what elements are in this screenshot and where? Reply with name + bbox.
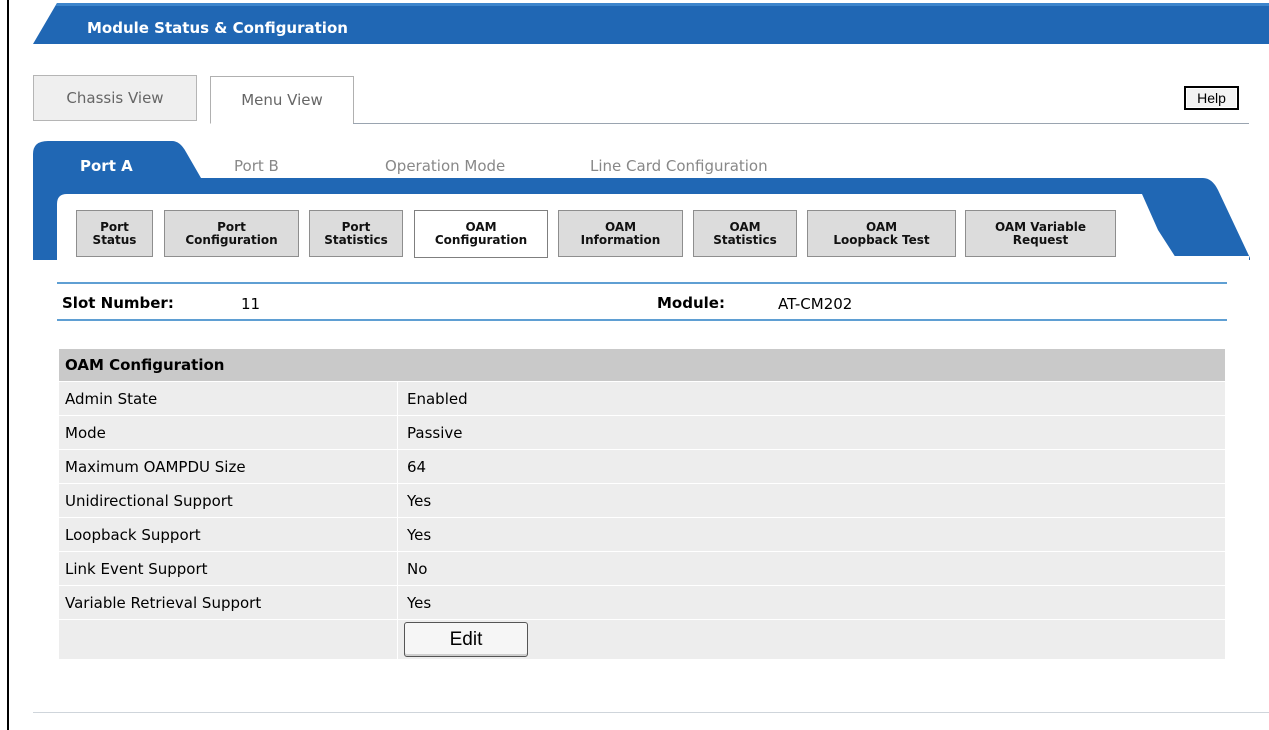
edit-row-cell: Edit <box>398 620 1225 659</box>
bottom-divider <box>33 712 1269 713</box>
subtab-oam-information-line2: Information <box>580 232 661 247</box>
oam-configuration-table: OAM Configuration Admin State Enabled Mo… <box>59 349 1225 659</box>
subtab-oam-variable-request[interactable]: OAM Variable Request <box>965 210 1116 257</box>
subtab-port-status[interactable]: Port Status <box>76 210 153 257</box>
subtab-port-status-line1: Port <box>100 219 129 234</box>
info-top-divider <box>57 282 1227 284</box>
subtab-oam-loopback-test[interactable]: OAM Loopback Test <box>807 210 956 257</box>
table-row: Admin State Enabled <box>59 381 1225 415</box>
subtab-oam-variable-request-line2: Request <box>1012 232 1069 247</box>
tab-port-a[interactable]: Port A <box>80 157 133 175</box>
table-row: Link Event Support No <box>59 551 1225 585</box>
subtab-port-configuration-line2: Configuration <box>185 232 278 247</box>
table-row: Variable Retrieval Support Yes <box>59 585 1225 619</box>
row-value: Yes <box>398 586 1225 619</box>
slot-number-label: Slot Number: <box>62 294 174 312</box>
row-value: Yes <box>398 484 1225 517</box>
subtab-oam-statistics-line2: Statistics <box>713 232 777 247</box>
subtab-port-status-line2: Status <box>92 232 137 247</box>
table-row: Maximum OAMPDU Size 64 <box>59 449 1225 483</box>
subtab-oam-loopback-test-line2: Loopback Test <box>833 232 930 247</box>
subtab-port-statistics[interactable]: Port Statistics <box>309 210 403 257</box>
info-bottom-divider <box>57 319 1227 321</box>
subtab-oam-statistics-line1: OAM <box>729 219 761 234</box>
row-label: Loopback Support <box>59 518 398 551</box>
subtab-oam-loopback-test-line1: OAM <box>865 219 898 234</box>
table-row: Mode Passive <box>59 415 1225 449</box>
table-row: Loopback Support Yes <box>59 517 1225 551</box>
edit-button[interactable]: Edit <box>404 622 528 657</box>
tab-port-b[interactable]: Port B <box>234 157 279 175</box>
subtab-oam-information-line1: OAM <box>604 219 637 234</box>
tab-operation-mode[interactable]: Operation Mode <box>385 157 505 175</box>
slot-number-value: 11 <box>241 295 261 313</box>
module-value: AT-CM202 <box>778 295 853 313</box>
row-label: Admin State <box>59 382 398 415</box>
subtab-oam-statistics[interactable]: OAM Statistics <box>693 210 797 257</box>
subtab-port-configuration[interactable]: Port Configuration <box>164 210 299 257</box>
row-value: No <box>398 552 1225 585</box>
row-label: Link Event Support <box>59 552 398 585</box>
tab-line-card-configuration[interactable]: Line Card Configuration <box>590 157 768 175</box>
row-value: Yes <box>398 518 1225 551</box>
subtab-port-statistics-line2: Statistics <box>324 232 388 247</box>
row-label: Maximum OAMPDU Size <box>59 450 398 483</box>
subtab-oam-configuration-line2: Configuration <box>434 233 528 247</box>
oam-configuration-heading: OAM Configuration <box>59 349 1225 381</box>
subtab-oam-variable-request-line1: OAM Variable <box>995 219 1086 234</box>
module-label: Module: <box>657 294 725 312</box>
row-label: Variable Retrieval Support <box>59 586 398 619</box>
table-row: Unidirectional Support Yes <box>59 483 1225 517</box>
row-label: Unidirectional Support <box>59 484 398 517</box>
row-value: Enabled <box>398 382 1225 415</box>
subtab-port-statistics-line1: Port <box>341 219 371 234</box>
row-value: Passive <box>398 416 1225 449</box>
row-value: 64 <box>398 450 1225 483</box>
row-label: Mode <box>59 416 398 449</box>
subtab-oam-information[interactable]: OAM Information <box>558 210 683 257</box>
edit-row-spacer <box>59 620 398 659</box>
subtab-port-configuration-line1: Port <box>217 219 246 234</box>
subtab-oam-configuration[interactable]: OAM Configuration <box>414 210 548 258</box>
edit-row: Edit <box>59 619 1225 659</box>
